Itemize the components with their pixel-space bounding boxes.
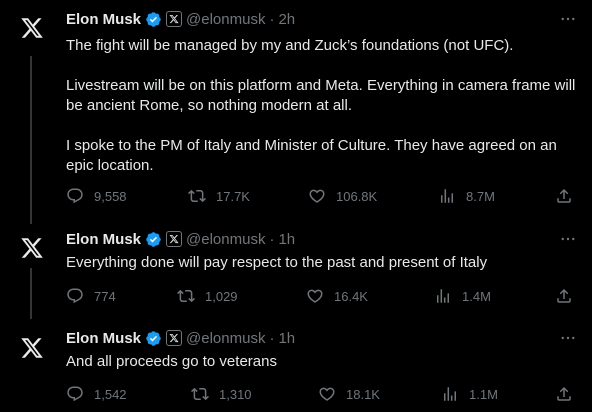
tweet-paragraph: Everything done will pay respect to the … xyxy=(66,254,488,271)
tweet-paragraph: I spoke to the PM of Italy and Minister … xyxy=(66,137,557,174)
x-affiliate-badge-icon xyxy=(166,330,183,346)
like-button[interactable]: 106.8K xyxy=(308,186,377,206)
like-count: 106.8K xyxy=(336,188,378,204)
author-handle[interactable]: @elonmusk xyxy=(186,330,265,347)
separator-dot: · xyxy=(269,329,275,347)
reply-button[interactable]: 1,542 xyxy=(66,384,127,404)
verified-badge-icon xyxy=(145,330,162,347)
views-count: 1.1M xyxy=(469,386,498,402)
reply-count: 9,558 xyxy=(94,188,127,204)
share-button[interactable] xyxy=(555,186,573,206)
x-logo-icon xyxy=(21,338,43,358)
share-icon xyxy=(557,188,571,203)
tweet-text: The fight will be managed by my and Zuck… xyxy=(66,36,576,176)
author-name[interactable]: Elon Musk xyxy=(66,231,141,248)
share-button[interactable] xyxy=(555,384,573,404)
thread-line xyxy=(30,268,32,319)
separator-dot: · xyxy=(269,230,275,248)
like-button[interactable]: 16.4K xyxy=(306,286,368,306)
tweet-paragraph: And all proceeds go to veterans xyxy=(66,353,277,370)
tweet-header: Elon Musk @elonmusk · 1h xyxy=(66,328,295,348)
like-count: 18.1K xyxy=(346,386,380,402)
share-icon xyxy=(557,386,571,401)
timestamp[interactable]: 1h xyxy=(278,231,295,248)
repost-button[interactable]: 17.7K xyxy=(188,186,250,206)
more-options-icon[interactable] xyxy=(558,229,578,249)
views-button[interactable]: 8.7M xyxy=(438,186,495,206)
author-handle[interactable]: @elonmusk xyxy=(186,11,265,28)
action-bar: 1,542 1,310 18.1K 1.1M xyxy=(66,384,578,404)
repost-count: 17.7K xyxy=(216,188,250,204)
x-logo-icon xyxy=(21,18,43,38)
repost-button[interactable]: 1,029 xyxy=(177,286,238,306)
repost-icon xyxy=(188,189,206,203)
tweet-3[interactable]: Elon Musk @elonmusk · 1h And all proceed… xyxy=(0,319,592,412)
verified-badge-icon xyxy=(145,231,162,248)
reply-count: 774 xyxy=(94,288,116,304)
views-icon xyxy=(437,289,449,303)
tweet-text: Everything done will pay respect to the … xyxy=(66,253,576,273)
x-logo-icon xyxy=(21,238,43,258)
separator-dot: · xyxy=(269,10,275,28)
reply-count: 1,542 xyxy=(94,386,127,402)
reply-icon xyxy=(67,386,83,402)
like-count: 16.4K xyxy=(334,288,368,304)
verified-badge-icon xyxy=(145,11,162,28)
views-icon xyxy=(444,387,456,401)
tweet-2[interactable]: Elon Musk @elonmusk · 1h Everything done… xyxy=(0,224,592,319)
tweet-text: And all proceeds go to veterans xyxy=(66,352,576,372)
action-bar: 9,558 17.7K 106.8K 8.7M xyxy=(66,186,578,206)
timestamp[interactable]: 2h xyxy=(278,11,295,28)
views-icon xyxy=(441,189,453,203)
share-icon xyxy=(557,288,571,303)
repost-icon xyxy=(177,289,195,303)
views-count: 8.7M xyxy=(466,188,495,204)
author-name[interactable]: Elon Musk xyxy=(66,330,141,347)
timestamp[interactable]: 1h xyxy=(278,330,295,347)
repost-button[interactable]: 1,310 xyxy=(191,384,252,404)
avatar[interactable] xyxy=(14,330,50,366)
more-options-icon[interactable] xyxy=(558,328,578,348)
like-button[interactable]: 18.1K xyxy=(318,384,380,404)
action-bar: 774 1,029 16.4K 1.4M xyxy=(66,286,578,306)
reply-icon xyxy=(67,288,83,304)
thread-line xyxy=(30,56,32,224)
tweet-1[interactable]: Elon Musk @elonmusk · 2h The fight will … xyxy=(0,0,592,224)
x-affiliate-badge-icon xyxy=(166,231,183,247)
share-button[interactable] xyxy=(555,286,573,306)
more-options-icon[interactable] xyxy=(558,9,578,29)
repost-count: 1,310 xyxy=(219,386,252,402)
reply-button[interactable]: 9,558 xyxy=(66,186,127,206)
repost-icon xyxy=(191,387,209,401)
tweet-paragraph: The fight will be managed by my and Zuck… xyxy=(66,37,514,54)
tweet-paragraph: Livestream will be on this platform and … xyxy=(66,77,576,114)
like-icon xyxy=(319,387,335,401)
tweet-header: Elon Musk @elonmusk · 2h xyxy=(66,9,295,29)
reply-button[interactable]: 774 xyxy=(66,286,116,306)
x-affiliate-badge-icon xyxy=(166,11,183,27)
avatar[interactable] xyxy=(14,230,50,266)
like-icon xyxy=(309,189,325,203)
views-count: 1.4M xyxy=(462,288,491,304)
author-name[interactable]: Elon Musk xyxy=(66,11,141,28)
repost-count: 1,029 xyxy=(205,288,238,304)
tweet-header: Elon Musk @elonmusk · 1h xyxy=(66,229,295,249)
views-button[interactable]: 1.1M xyxy=(441,384,498,404)
author-handle[interactable]: @elonmusk xyxy=(186,231,265,248)
reply-icon xyxy=(67,188,83,204)
avatar[interactable] xyxy=(14,10,50,46)
like-icon xyxy=(307,289,323,303)
views-button[interactable]: 1.4M xyxy=(434,286,491,306)
